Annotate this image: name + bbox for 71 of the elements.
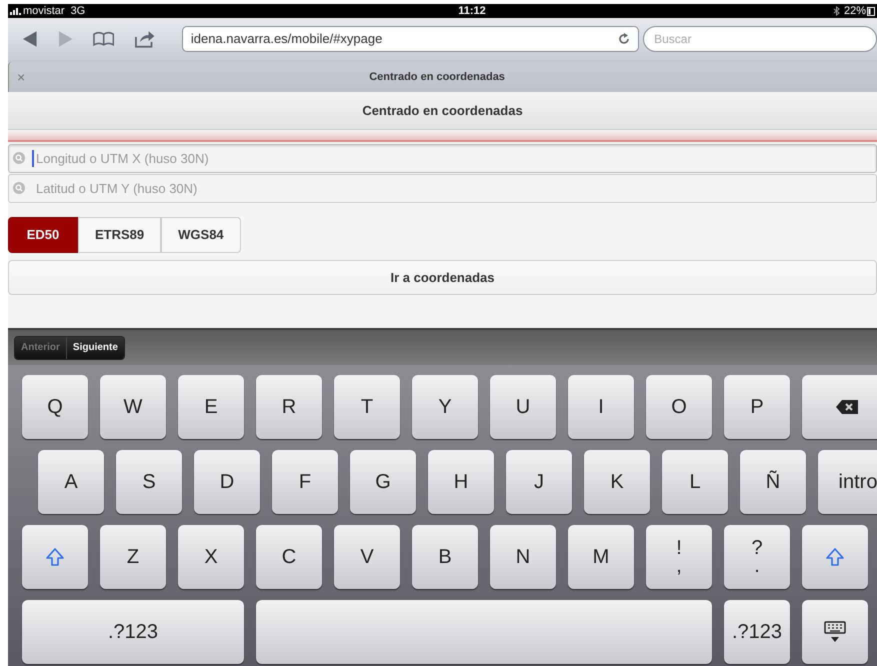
symbols-key[interactable]: .?123: [724, 600, 790, 664]
url-text: idena.navarra.es/mobile/#xypage: [190, 30, 384, 48]
text-cursor: [32, 150, 34, 167]
browser-tab[interactable]: × Centrado en coordenadas: [8, 62, 877, 92]
keyboard-key[interactable]: W: [100, 375, 166, 439]
keyboard-key[interactable]: I: [568, 375, 634, 439]
keyboard-key[interactable]: P: [724, 375, 790, 439]
key-label: !: [676, 539, 682, 557]
datum-tab[interactable]: WGS84: [161, 217, 241, 253]
keyboard-key[interactable]: O: [646, 375, 712, 439]
keyboard-key[interactable]: U: [490, 375, 556, 439]
keyboard-key[interactable]: ? .: [724, 525, 790, 589]
backspace-icon: [835, 399, 859, 415]
bluetooth-icon: [832, 6, 840, 16]
keyboard-key[interactable]: F: [272, 450, 338, 514]
battery-level: 22%: [844, 4, 866, 19]
keyboard-key[interactable]: A: [38, 450, 104, 514]
keyboard-key[interactable]: S: [116, 450, 182, 514]
return-key[interactable]: intro: [818, 450, 877, 514]
address-bar[interactable]: idena.navarra.es/mobile/#xypage: [182, 26, 640, 52]
search-field[interactable]: Longitud o UTM X (huso 30N): [8, 144, 877, 173]
keyboard-key[interactable]: E: [178, 375, 244, 439]
keyboard-key[interactable]: R: [256, 375, 322, 439]
datum-tab[interactable]: ED50: [8, 217, 78, 253]
shift-icon: [825, 547, 845, 567]
share-icon[interactable]: [134, 30, 156, 48]
search-icon: [13, 182, 25, 194]
keyboard-key[interactable]: B: [412, 525, 478, 589]
symbols-key[interactable]: .?123: [22, 600, 244, 664]
keyboard-key[interactable]: X: [178, 525, 244, 589]
keyboard-key[interactable]: Ñ: [740, 450, 806, 514]
keyboard-key[interactable]: Q: [22, 375, 88, 439]
shift-key[interactable]: [22, 525, 88, 589]
keyboard-key[interactable]: T: [334, 375, 400, 439]
datum-tab[interactable]: ETRS89: [78, 217, 162, 253]
shift-key[interactable]: [802, 525, 868, 589]
signal-icon: [10, 7, 22, 15]
clock: 11:12: [458, 4, 486, 19]
keyboard-key[interactable]: M: [568, 525, 634, 589]
keyboard-icon: [823, 620, 847, 644]
keyboard-key[interactable]: V: [334, 525, 400, 589]
hide-keyboard-key[interactable]: [802, 600, 868, 664]
keyboard-key[interactable]: D: [194, 450, 260, 514]
key-label: ?: [751, 539, 763, 557]
keyboard-key[interactable]: K: [584, 450, 650, 514]
search-field[interactable]: Latitud o UTM Y (huso 30N): [8, 174, 877, 203]
shift-icon: [45, 547, 65, 567]
tab-title: Centrado en coordenadas: [368, 70, 506, 85]
bookmarks-icon[interactable]: [93, 31, 114, 47]
go-to-coordinates-button[interactable]: Ir a coordenadas: [8, 260, 877, 295]
key-sublabel: .: [754, 557, 760, 575]
page-title: Centrado en coordenadas: [362, 102, 523, 120]
keyboard-key[interactable]: Y: [412, 375, 478, 439]
keyboard-key[interactable]: H: [428, 450, 494, 514]
network-type: 3G: [70, 4, 86, 19]
keyboard-key[interactable]: C: [256, 525, 322, 589]
keyboard-key[interactable]: N: [490, 525, 556, 589]
keyboard-key[interactable]: G: [350, 450, 416, 514]
keyboard-key[interactable]: J: [506, 450, 572, 514]
search-field[interactable]: Buscar: [643, 26, 877, 52]
back-arrow-icon[interactable]: [22, 30, 38, 48]
backspace-key[interactable]: [802, 375, 877, 439]
key-sublabel: ,: [676, 557, 682, 575]
keyboard-key[interactable]: Z: [100, 525, 166, 589]
form-nav-button[interactable]: Siguiente: [66, 336, 124, 358]
search-icon: [13, 152, 25, 164]
battery-icon: [867, 6, 875, 16]
keyboard-key[interactable]: L: [662, 450, 728, 514]
keyboard-key[interactable]: ! ,: [646, 525, 712, 589]
carrier-name: movistar: [23, 4, 65, 19]
reload-icon[interactable]: [618, 33, 630, 45]
